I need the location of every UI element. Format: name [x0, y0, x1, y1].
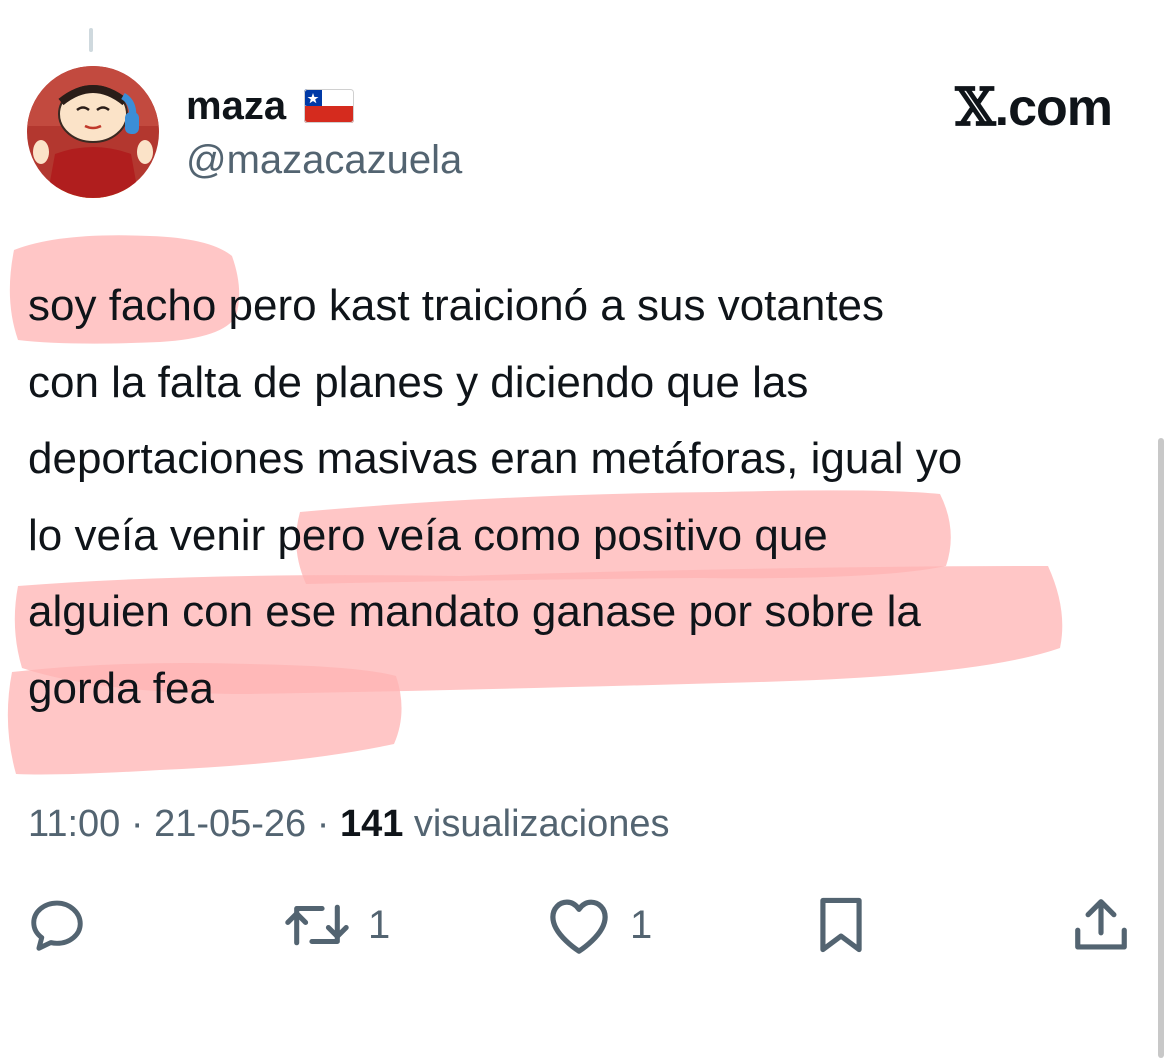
- meta-separator: ·: [306, 803, 340, 845]
- views-label: visualizaciones: [403, 803, 670, 845]
- bookmark-button[interactable]: [812, 890, 870, 960]
- bookmark-icon: [820, 897, 862, 953]
- thread-connector-line: [89, 28, 93, 52]
- tweet-actions-bar: 1 1: [0, 890, 1170, 970]
- meta-separator: ·: [120, 803, 155, 845]
- reply-button[interactable]: [26, 890, 88, 960]
- views-count: 141: [339, 803, 404, 845]
- tweet-time[interactable]: 11:00: [28, 803, 120, 845]
- heart-icon: [550, 899, 608, 954]
- like-count: 1: [630, 902, 653, 947]
- x-logo-icon: 𝕏: [955, 77, 995, 138]
- tweet-date[interactable]: 21-05-26: [154, 803, 306, 845]
- share-icon: [1075, 899, 1127, 950]
- brand-suffix: .com: [994, 79, 1113, 137]
- chile-flag-icon: [304, 89, 355, 123]
- like-button[interactable]: 1: [546, 890, 652, 960]
- tweet-text: soy facho pero kast traicionó a sus vota…: [28, 281, 963, 713]
- scrollbar[interactable]: [1158, 438, 1164, 1058]
- cartoon-avatar-icon: [27, 66, 159, 198]
- retweet-icon: [285, 904, 349, 946]
- x-com-logo: 𝕏.com: [955, 77, 1113, 138]
- tweet-meta: 11:00 · 21-05-26 · 141 visualizaciones: [28, 800, 670, 848]
- author-handle[interactable]: @mazacazuela: [186, 138, 462, 182]
- author-display-name[interactable]: maza: [186, 84, 286, 128]
- retweet-button[interactable]: 1: [284, 890, 390, 960]
- share-button[interactable]: [1070, 890, 1132, 960]
- retweet-count: 1: [368, 902, 391, 947]
- reply-icon: [31, 900, 83, 951]
- author-avatar[interactable]: [27, 66, 159, 198]
- author-name-row[interactable]: maza: [186, 84, 355, 128]
